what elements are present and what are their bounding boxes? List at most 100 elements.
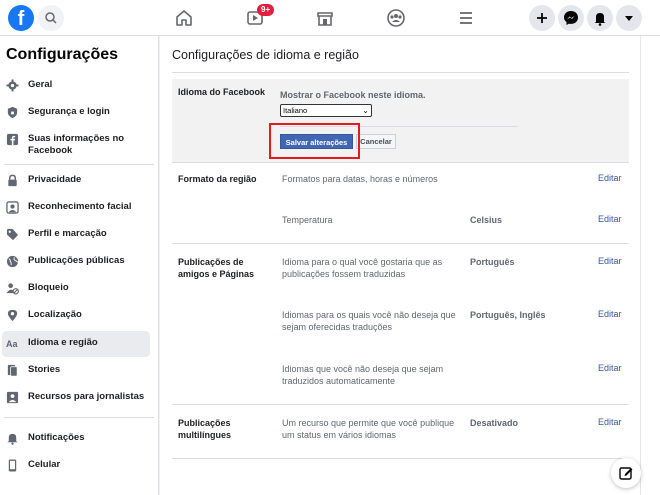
sidebar-title: Configurações bbox=[6, 46, 119, 63]
sidebar-item-celular[interactable]: Celular bbox=[2, 453, 150, 479]
phone-icon bbox=[8, 459, 17, 472]
sidebar-item-label: Idioma e região bbox=[28, 337, 98, 348]
nav-groups-button[interactable] bbox=[382, 6, 410, 30]
sidebar-item-label: Notificações bbox=[28, 432, 85, 443]
sidebar-item-idioma-regiao[interactable]: Aa Idioma e região bbox=[2, 331, 150, 357]
chevron-down-icon: ⌄ bbox=[362, 106, 369, 115]
no-translation-offer-desc-line2: sejam oferecidas traduções bbox=[282, 322, 393, 332]
multilingual-desc-line1: Um recurso que permite que você publique bbox=[282, 418, 455, 428]
search-button[interactable] bbox=[38, 5, 64, 31]
new-message-button[interactable] bbox=[611, 458, 641, 488]
sidebar-divider bbox=[4, 164, 154, 165]
sidebar-item-suas-informacoes[interactable]: Suas informações no Facebook bbox=[2, 127, 150, 157]
sidebar-item-label: Perfil e marcação bbox=[28, 228, 107, 239]
sidebar-item-publicacoes-publicas[interactable]: Publicações públicas bbox=[2, 249, 150, 275]
multilingual-value: Desativado bbox=[470, 418, 519, 428]
sidebar-item-label: Stories bbox=[28, 364, 61, 375]
region-date-format-desc: Formatos para datas, horas e números bbox=[282, 174, 438, 184]
sidebar-item-label: Suas informações no Facebook bbox=[28, 133, 125, 156]
title-divider bbox=[172, 72, 629, 73]
nav-menu-button[interactable] bbox=[452, 6, 480, 30]
region-section-label: Formato da região bbox=[178, 174, 257, 184]
nav-home-button[interactable] bbox=[170, 6, 198, 30]
create-button[interactable] bbox=[529, 5, 555, 31]
scrollbar[interactable] bbox=[640, 36, 660, 495]
sidebar-item-label: Privacidade bbox=[28, 174, 82, 185]
language-section-label: Idioma do Facebook bbox=[178, 87, 266, 97]
messenger-icon bbox=[564, 11, 578, 25]
multilingual-label-line1: Publicações bbox=[178, 418, 231, 428]
sidebar-item-label: Localização bbox=[28, 309, 82, 320]
temperature-value: Celsius bbox=[470, 215, 503, 225]
face-icon bbox=[6, 201, 19, 214]
sidebar-item-recursos-jornalistas[interactable]: Recursos para jornalistas bbox=[2, 385, 150, 411]
translate-to-desc-line2: publicações fossem traduzidas bbox=[282, 269, 406, 279]
notifications-button[interactable] bbox=[587, 5, 613, 31]
sidebar-item-reconhecimento-facial[interactable]: Reconhecimento facial bbox=[2, 195, 150, 221]
no-translation-offer-value: Português, Inglês bbox=[470, 310, 546, 320]
groups-icon bbox=[387, 9, 405, 27]
shield-icon bbox=[7, 106, 18, 119]
section-divider bbox=[172, 162, 629, 163]
friends-posts-label-line1: Publicações de bbox=[178, 257, 244, 267]
sidebar-item-perfil-marcacao[interactable]: Perfil e marcação bbox=[2, 222, 150, 248]
settings-content: Configurações de idioma e região Idioma … bbox=[160, 36, 640, 495]
highlight-box bbox=[269, 123, 360, 159]
facebook-icon bbox=[6, 133, 19, 146]
marketplace-icon bbox=[317, 12, 333, 26]
friends-posts-label-line2: amigos e Páginas bbox=[178, 269, 255, 279]
sidebar-item-label: Geral bbox=[28, 79, 53, 90]
edit-date-format-link[interactable]: Editar bbox=[598, 173, 622, 183]
no-auto-translate-desc-line2: traduzidos automaticamente bbox=[282, 376, 396, 386]
messenger-button[interactable] bbox=[558, 5, 584, 31]
search-icon bbox=[45, 12, 57, 24]
home-icon bbox=[176, 10, 192, 26]
multilingual-desc-line2: um status em vários idiomas bbox=[282, 430, 397, 440]
nav-marketplace-button[interactable] bbox=[311, 6, 339, 30]
sidebar-item-seguranca[interactable]: Segurança e login bbox=[2, 100, 150, 126]
translate-to-value: Português bbox=[470, 257, 515, 267]
facebook-logo[interactable]: f bbox=[8, 5, 34, 31]
hamburger-icon bbox=[460, 12, 472, 24]
lock-icon bbox=[8, 174, 17, 187]
book-icon bbox=[7, 364, 18, 377]
language-select-value: Italiano bbox=[283, 106, 308, 115]
section-divider bbox=[172, 404, 629, 405]
account-button[interactable] bbox=[616, 5, 642, 31]
sidebar-item-label: Segurança e login bbox=[28, 106, 110, 117]
sidebar-item-notificacoes[interactable]: Notificações bbox=[2, 426, 150, 452]
sidebar-item-privacidade[interactable]: Privacidade bbox=[2, 168, 150, 194]
multilingual-label-line2: multilíngues bbox=[178, 430, 232, 440]
top-navigation-bar: f 9+ bbox=[0, 0, 660, 36]
no-auto-translate-desc-line1: Idiomas que você não deseja que sejam bbox=[282, 364, 444, 374]
globe-icon bbox=[6, 255, 19, 268]
no-translation-offer-desc-line1: Idiomas para os quais você não deseja qu… bbox=[282, 310, 456, 320]
compose-icon bbox=[619, 467, 633, 480]
section-divider bbox=[172, 243, 629, 244]
bell-icon bbox=[7, 433, 18, 445]
edit-temperature-link[interactable]: Editar bbox=[598, 214, 622, 224]
region-temperature-desc: Temperatura bbox=[282, 215, 333, 225]
journalist-icon bbox=[6, 391, 19, 404]
sidebar-item-stories[interactable]: Stories bbox=[2, 358, 150, 384]
sidebar-item-geral[interactable]: Geral bbox=[2, 73, 150, 99]
sidebar-item-localizacao[interactable]: Localização bbox=[2, 303, 150, 329]
notification-badge: 9+ bbox=[257, 4, 275, 16]
settings-sidebar: Configurações Geral Segurança e login Su… bbox=[0, 36, 159, 495]
language-prompt: Mostrar o Facebook neste idioma. bbox=[280, 90, 426, 100]
language-icon: Aa bbox=[6, 339, 18, 349]
language-select[interactable]: Italiano ⌄ bbox=[280, 104, 372, 117]
sidebar-item-label: Recursos para jornalistas bbox=[28, 391, 145, 402]
edit-translate-to-link[interactable]: Editar bbox=[598, 256, 622, 266]
bell-icon bbox=[594, 13, 606, 26]
gear-icon bbox=[6, 79, 19, 92]
cancel-button[interactable]: Cancelar bbox=[356, 134, 396, 149]
sidebar-item-label: Publicações públicas bbox=[28, 255, 125, 266]
section-divider bbox=[172, 458, 629, 459]
sidebar-item-bloqueio[interactable]: Bloqueio bbox=[2, 276, 150, 302]
translate-to-desc-line1: Idioma para o qual você gostaria que as bbox=[282, 257, 443, 267]
sidebar-item-label: Celular bbox=[28, 459, 61, 470]
edit-multilingual-link[interactable]: Editar bbox=[598, 417, 622, 427]
edit-no-auto-translate-link[interactable]: Editar bbox=[598, 363, 622, 373]
edit-no-translation-offer-link[interactable]: Editar bbox=[598, 309, 622, 319]
